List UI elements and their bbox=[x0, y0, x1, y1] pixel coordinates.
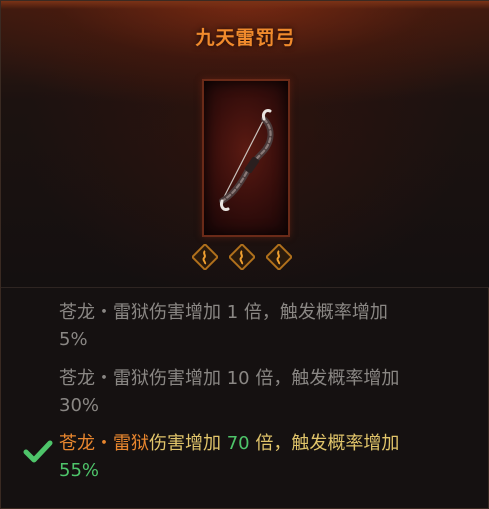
bow-icon bbox=[219, 109, 274, 211]
effect-damage: 70 bbox=[226, 433, 250, 454]
effect-skill: 苍龙・雷狱 bbox=[59, 302, 149, 323]
effect-chance: 30% bbox=[59, 395, 100, 416]
effect-text: 倍，触发概率增加 bbox=[238, 302, 388, 323]
effect-skill: 苍龙・雷狱 bbox=[59, 368, 149, 389]
item-name: 九天雷罚弓 bbox=[195, 27, 296, 49]
effect-text: 伤害增加 bbox=[149, 302, 227, 323]
effect-text: 伤害增加 bbox=[149, 433, 227, 454]
rune-socket-icon bbox=[192, 244, 218, 270]
effect-chance: 55% bbox=[59, 460, 100, 481]
effect-tier-2: 苍龙・雷狱伤害增加 10 倍，触发概率增加 30% bbox=[59, 365, 469, 419]
effect-line-1: 苍龙・雷狱伤害增加 70 倍，触发概率增加 bbox=[59, 430, 469, 457]
effect-skill: 苍龙・雷狱 bbox=[59, 433, 149, 454]
effect-list: 苍龙・雷狱伤害增加 1 倍，触发概率增加 5% 苍龙・雷狱伤害增加 10 倍，触… bbox=[1, 289, 489, 509]
effect-text: 倍，触发概率增加 bbox=[249, 433, 400, 454]
effect-damage: 1 bbox=[226, 302, 239, 323]
effect-text: 倍，触发概率增加 bbox=[249, 368, 400, 389]
effect-tier-1: 苍龙・雷狱伤害增加 1 倍，触发概率增加 5% bbox=[59, 299, 469, 353]
effect-tier-3-active: 苍龙・雷狱伤害增加 70 倍，触发概率增加 55% bbox=[59, 430, 469, 484]
section-divider bbox=[1, 287, 489, 288]
effect-line-1: 苍龙・雷狱伤害增加 10 倍，触发概率增加 bbox=[59, 365, 469, 392]
rune-socket-icon bbox=[229, 244, 255, 270]
item-icon-frame[interactable] bbox=[202, 79, 290, 237]
tooltip-header: 九天雷罚弓 bbox=[1, 1, 489, 287]
effect-chance: 5% bbox=[59, 329, 88, 350]
checkmark-icon bbox=[23, 440, 53, 463]
effect-line-1: 苍龙・雷狱伤害增加 1 倍，触发概率增加 bbox=[59, 299, 469, 326]
effect-text: 伤害增加 bbox=[149, 368, 227, 389]
rune-socket-icon bbox=[266, 244, 292, 270]
effect-damage: 10 bbox=[226, 368, 250, 389]
rune-sockets bbox=[192, 244, 300, 274]
item-tooltip: 九天雷罚弓 苍龙・雷狱伤害增加 1 倍，触发概率增加 5% 苍龙・雷狱伤害增加 … bbox=[0, 0, 489, 509]
